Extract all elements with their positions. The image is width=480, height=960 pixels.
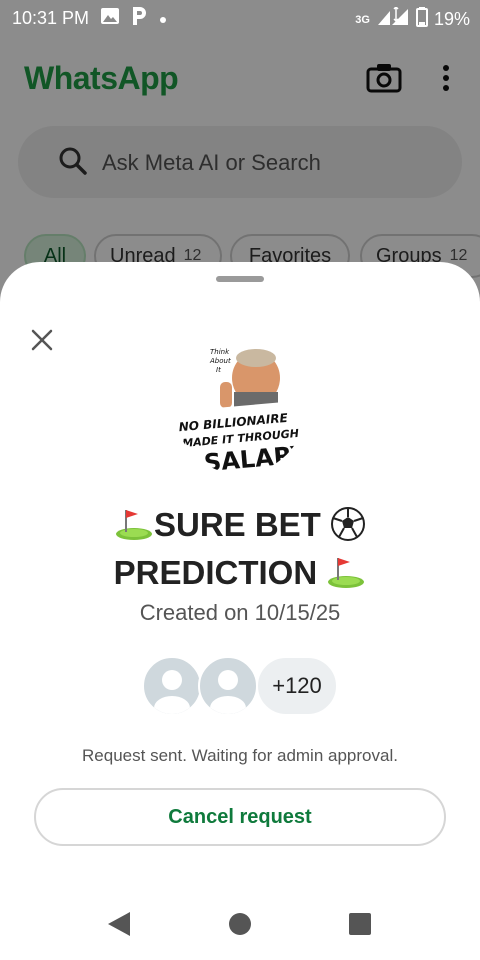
back-icon[interactable]: [106, 910, 132, 943]
member-avatar: [198, 656, 258, 716]
cancel-request-button[interactable]: Cancel request: [34, 788, 446, 846]
svg-text:It: It: [216, 366, 221, 374]
svg-text:About: About: [209, 357, 231, 365]
battery-icon: [415, 7, 428, 32]
close-icon[interactable]: [26, 324, 58, 356]
group-name: SURE BET PREDICTION: [60, 504, 420, 598]
battery-percent: 19%: [433, 9, 470, 29]
notification-dot-icon: [159, 8, 167, 29]
gallery-icon: [101, 8, 120, 29]
soccer-ball-icon: [330, 506, 366, 552]
member-avatars: +120: [142, 656, 342, 716]
created-date: Created on 10/15/25: [139, 600, 341, 625]
signal-icon: [376, 5, 410, 32]
sheet-drag-handle[interactable]: [216, 276, 264, 282]
system-nav-bar: [0, 890, 480, 960]
request-status-text: Request sent. Waiting for admin approval…: [82, 746, 398, 765]
network-type: 3G: [355, 13, 370, 26]
group-name-line1: SURE BET: [153, 506, 321, 543]
member-count-badge: +120: [256, 656, 338, 716]
group-avatar: Think About It NO BILLIONAIRE MADE IT TH…: [174, 342, 306, 474]
avatar-caption: Think: [210, 348, 230, 356]
group-invite-sheet: Think About It NO BILLIONAIRE MADE IT TH…: [0, 262, 480, 960]
golf-flag-icon: [326, 556, 366, 598]
recents-icon[interactable]: [348, 912, 372, 941]
group-name-line2: PREDICTION: [113, 554, 318, 591]
home-icon[interactable]: [228, 912, 252, 941]
golf-flag-icon: [114, 508, 154, 550]
parking-icon: [131, 7, 147, 30]
status-bar: 10:31 PM 3G 19%: [0, 0, 480, 36]
member-avatar: [142, 656, 202, 716]
status-time: 10:31 PM: [12, 8, 90, 28]
